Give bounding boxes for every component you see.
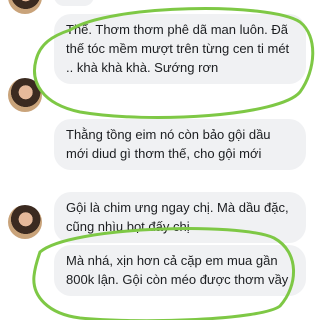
avatar[interactable] [8, 205, 42, 239]
message-text: Gội là chim ưng ngay chị. Mà dầu đặc, cũ… [66, 200, 289, 234]
avatar[interactable] [8, 0, 42, 14]
message-text: Thằng tồng eim nó còn bảo gội dầu mới di… [66, 127, 271, 161]
message-bubble: Gội là chim ưng ngay chị. Mà dầu đặc, cũ… [54, 192, 306, 243]
message-bubble-partial [54, 0, 94, 6]
message-bubble: Thằng tồng eim nó còn bảo gội dầu mới di… [54, 119, 306, 170]
avatar[interactable] [8, 78, 42, 112]
message-bubble: Mà nhá, xịn hơn cả cặp em mua gần 800k l… [54, 245, 306, 296]
message-bubble: Thế. Thơm thơm phê dã man luôn. Đã thế t… [54, 14, 306, 84]
message-text: Mà nhá, xịn hơn cả cặp em mua gần 800k l… [66, 253, 289, 287]
message-text: Thế. Thơm thơm phê dã man luôn. Đã thế t… [66, 22, 290, 75]
